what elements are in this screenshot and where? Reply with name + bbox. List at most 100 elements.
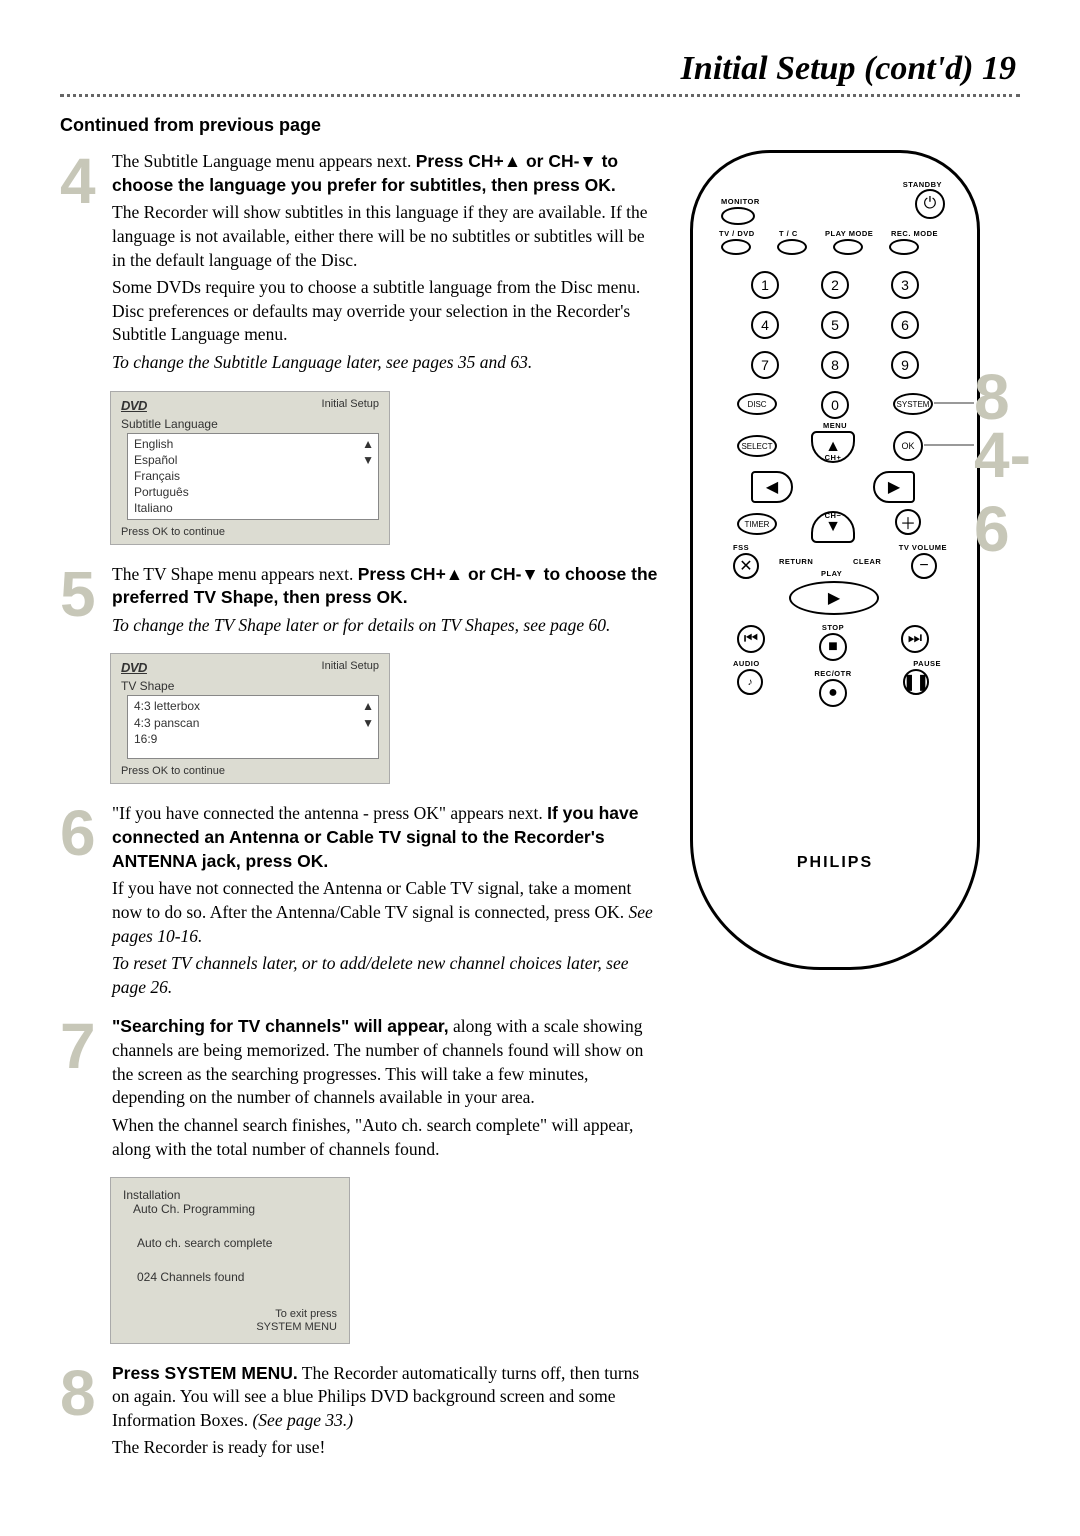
callout-line-46 [924, 444, 974, 446]
menu-header: Initial Setup [322, 660, 379, 675]
menu-options: ▲▼ 4:3 letterbox 4:3 panscan 16:9 [127, 695, 379, 759]
menu-footer: Press OK to continue [121, 526, 379, 538]
subtitle-language-menu: DVD Initial Setup Subtitle Language ▲▼ E… [110, 391, 390, 545]
menu-header: Initial Setup [322, 398, 379, 413]
tc-button [777, 239, 807, 255]
remote-outline: STANDBY ⏻ MONITOR TV / DVD T / C PLAY MO… [690, 150, 980, 970]
remote-illustration: STANDBY ⏻ MONITOR TV / DVD T / C PLAY MO… [690, 150, 1020, 970]
num-8: 8 [821, 351, 849, 379]
tvdvd-label: TV / DVD [719, 229, 755, 238]
menu-footer: Press OK to continue [121, 765, 379, 777]
step-number: 7 [60, 1015, 112, 1072]
menu-line: Auto Ch. Programming [123, 1202, 337, 1216]
step-text: Some DVDs require you to choose a subtit… [112, 276, 660, 347]
num-0: 0 [821, 391, 849, 419]
step-note: To change the TV Shape later or for deta… [112, 614, 660, 638]
step-text: If you have not connected the Antenna or… [112, 877, 660, 948]
step-body: "Searching for TV channels" will appear,… [112, 1015, 660, 1165]
menu-line: 024 Channels found [123, 1270, 337, 1284]
step-4: 4 The Subtitle Language menu appears nex… [60, 150, 660, 379]
num-5: 5 [821, 311, 849, 339]
updown-icon: ▲▼ [362, 436, 374, 468]
pause-label: PAUSE [913, 659, 941, 668]
prev-button: ⏮ [737, 625, 765, 653]
menu-header-row: DVD Initial Setup [121, 660, 379, 675]
menu-title: TV Shape [121, 679, 379, 693]
step-number: 8 [60, 1362, 112, 1419]
step-number: 5 [60, 563, 112, 620]
menu-label: MENU [821, 421, 849, 430]
content-columns: 4 The Subtitle Language menu appears nex… [60, 150, 1020, 1476]
disc-button: DISC [737, 393, 777, 415]
play-button: ▶ [789, 581, 879, 615]
header-title: Initial Setup (cont'd) [681, 50, 974, 87]
manual-page: Initial Setup (cont'd) 19 Continued from… [0, 0, 1080, 1536]
tc-label: T / C [779, 229, 798, 238]
num-7: 7 [751, 351, 779, 379]
playmode-label: PLAY MODE [825, 229, 873, 238]
standby-button: ⏻ [915, 189, 945, 219]
step-text: The Recorder is ready for use! [112, 1436, 660, 1460]
step-7: 7 "Searching for TV channels" will appea… [60, 1015, 660, 1165]
menu-options: ▲▼ English Español Français Português It… [127, 433, 379, 520]
chminus-label: CH− [821, 511, 845, 520]
step-body: The Subtitle Language menu appears next.… [112, 150, 660, 379]
fss-label: FSS [733, 543, 749, 552]
continued-label: Continued from previous page [60, 115, 1020, 136]
callout-4-6: 4-6 [974, 418, 1031, 566]
step-6: 6 "If you have connected the antenna - p… [60, 802, 660, 1003]
menu-item: English [134, 436, 372, 452]
menu-line: Auto ch. search complete [123, 1236, 337, 1250]
menu-line: Installation [123, 1188, 337, 1202]
step-body: Press SYSTEM MENU. The Recorder automati… [112, 1362, 660, 1465]
num-9: 9 [891, 351, 919, 379]
timer-button: TIMER [737, 513, 777, 535]
page-header: Initial Setup (cont'd) 19 [60, 50, 1020, 88]
installation-menu: Installation Auto Ch. Programming Auto c… [110, 1177, 350, 1343]
menu-exit-hint: To exit press SYSTEM MENU [123, 1308, 337, 1334]
step-text: "If you have connected the antenna - pre… [112, 802, 660, 873]
num-2: 2 [821, 271, 849, 299]
remote-column: STANDBY ⏻ MONITOR TV / DVD T / C PLAY MO… [690, 150, 1020, 970]
menu-item: Español [134, 452, 372, 468]
step-text: The Recorder will show subtitles in this… [112, 201, 660, 272]
playmode-button [833, 239, 863, 255]
step-note: To change the Subtitle Language later, s… [112, 351, 660, 375]
tvdvd-button [721, 239, 751, 255]
step-text: Press SYSTEM MENU. The Recorder automati… [112, 1362, 660, 1433]
num-3: 3 [891, 271, 919, 299]
select-button: SELECT [737, 435, 777, 457]
menu-item: 4:3 panscan [134, 715, 372, 731]
step-8: 8 Press SYSTEM MENU. The Recorder automa… [60, 1362, 660, 1465]
monitor-button [721, 207, 755, 225]
header-divider [60, 94, 1020, 97]
chplus-label: CH+ [821, 453, 845, 462]
step-5: 5 The TV Shape menu appears next. Press … [60, 563, 660, 642]
nav-left-button: ◀ [751, 471, 793, 503]
play-label: PLAY [821, 569, 842, 578]
step-note: To reset TV channels later, or to add/de… [112, 952, 660, 999]
step-body: The TV Shape menu appears next. Press CH… [112, 563, 660, 642]
clear-label: CLEAR [853, 557, 881, 566]
next-button: ⏭ [901, 625, 929, 653]
nav-right-button: ▶ [873, 471, 915, 503]
menu-item: Français [134, 468, 372, 484]
tvvolume-label: TV VOLUME [899, 543, 947, 552]
menu-item: Português [134, 484, 372, 500]
pause-button: ❚❚ [903, 669, 929, 695]
standby-label: STANDBY [903, 180, 942, 189]
menu-item: 4:3 letterbox [134, 698, 372, 714]
header-page-number: 19 [982, 50, 1016, 87]
minus-button: − [911, 553, 937, 579]
instruction-column: 4 The Subtitle Language menu appears nex… [60, 150, 660, 1476]
recmode-label: REC. MODE [891, 229, 938, 238]
step-number: 4 [60, 150, 112, 207]
rec-button: ● [819, 679, 847, 707]
stop-button: ■ [819, 633, 847, 661]
recotr-label: REC/OTR [811, 669, 855, 678]
step-body: "If you have connected the antenna - pre… [112, 802, 660, 1003]
callout-line-8 [934, 402, 974, 404]
tv-shape-menu: DVD Initial Setup TV Shape ▲▼ 4:3 letter… [110, 653, 390, 784]
recmode-button [889, 239, 919, 255]
num-1: 1 [751, 271, 779, 299]
